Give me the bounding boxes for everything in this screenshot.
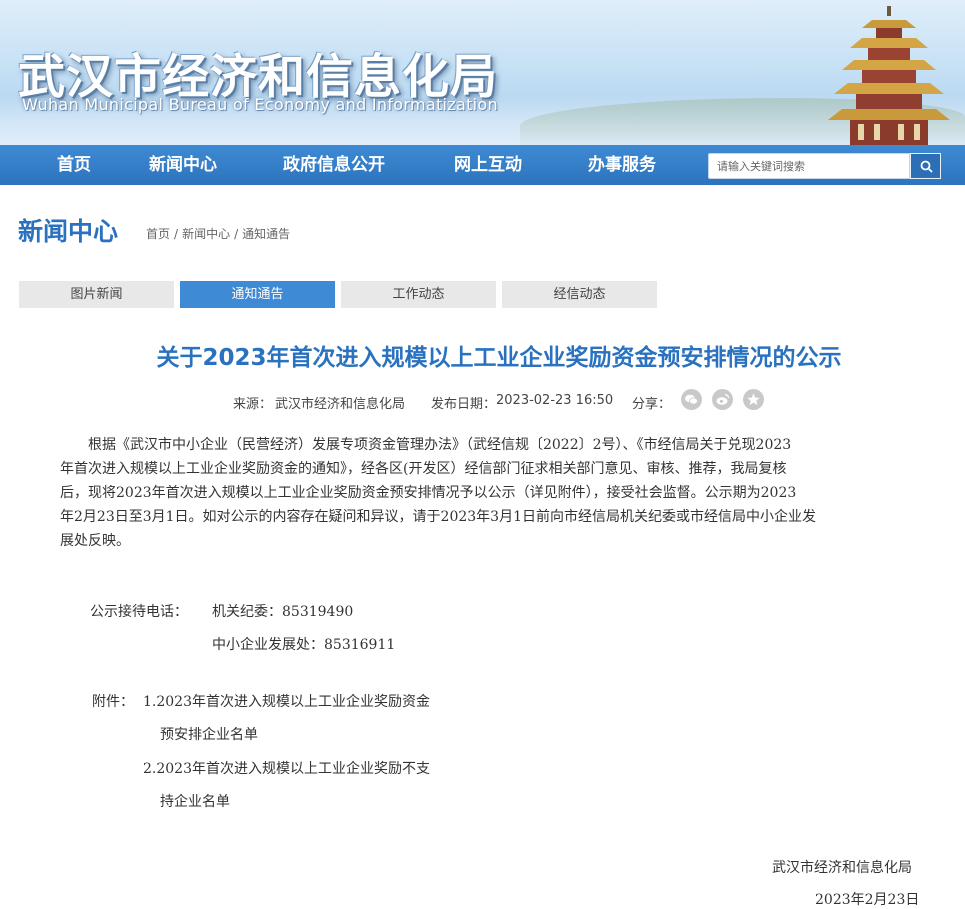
source-label: 来源： [233,397,273,412]
breadcrumb-news-center[interactable]: 新闻中心 [182,225,230,242]
signature: 武汉市经济和信息化局 [772,860,912,876]
body-line: 展处反映。 [60,533,130,549]
tab-economy-updates[interactable]: 经信动态 [502,281,657,308]
tab-notices[interactable]: 通知通告 [180,281,335,308]
nav-online-interaction[interactable]: 网上互动 [454,145,522,185]
section-title: 新闻中心 [18,217,119,246]
breadcrumb-separator: / [234,227,239,241]
source-value: 武汉市经济和信息化局 [275,397,406,412]
attachment-2-link[interactable]: 2.2023年首次进入规模以上工业企业奖励不支 [143,758,430,778]
article-title: 关于2023年首次进入规模以上工业企业奖励资金预安排情况的公示 [156,345,842,371]
attachment-2-link-cont[interactable]: 持企业名单 [160,791,230,811]
breadcrumb-home[interactable]: 首页 [146,225,170,242]
tab-photo-news[interactable]: 图片新闻 [19,281,174,308]
signature-date: 2023年2月23日 [815,892,920,908]
nav-services[interactable]: 办事服务 [588,145,656,185]
share-label: 分享： [632,397,672,412]
nav-gov-info[interactable]: 政府信息公开 [283,145,385,185]
breadcrumb-notices[interactable]: 通知通告 [242,225,290,242]
search-button[interactable] [910,153,941,179]
tab-work-updates[interactable]: 工作动态 [341,281,496,308]
yellow-crane-tower-icon [828,6,950,145]
nav-home[interactable]: 首页 [57,145,91,185]
contact-sme: 中小企业发展处：85316911 [212,637,396,653]
body-line: 后，现将2023年首次进入规模以上工业企业奖励资金预安排情况予以公示（详见附件）… [60,485,797,501]
weibo-icon[interactable] [712,389,733,410]
date-label: 发布日期： [431,397,497,412]
attachment-1-link-cont[interactable]: 预安排企业名单 [160,724,258,744]
site-subtitle: Wuhan Municipal Bureau of Economy and In… [22,95,498,114]
nav-news-center[interactable]: 新闻中心 [149,145,217,185]
contact-discipline: 机关纪委：85319490 [212,604,354,620]
attachment-1-link[interactable]: 1.2023年首次进入规模以上工业企业奖励资金 [143,691,430,711]
wechat-icon[interactable] [681,389,702,410]
site-banner: 武汉市经济和信息化局 Wuhan Municipal Bureau of Eco… [0,0,965,145]
attachments-label: 附件： [92,694,134,710]
body-line: 年2月23日至3月1日。如对公示的内容存在疑问和异议，请于2023年3月1日前向… [60,509,816,525]
favorite-icon[interactable] [743,389,764,410]
search-icon [920,160,933,173]
breadcrumb: 首页 / 新闻中心 / 通知通告 [146,225,290,242]
body-line: 年首次进入规模以上工业企业奖励资金的通知》，经各区(开发区）经信部门征求相关部门… [60,461,787,477]
body-line: 根据《武汉市中小企业（民营经济）发展专项资金管理办法》（武经信规〔2022〕2号… [60,437,792,453]
article-body: 根据《武汉市中小企业（民营经济）发展专项资金管理办法》（武经信规〔2022〕2号… [60,433,942,553]
breadcrumb-separator: / [174,227,179,241]
contact-label: 公示接待电话： [90,604,188,620]
date-value: 2023-02-23 16:50 [496,393,614,408]
search-input[interactable] [708,153,910,179]
